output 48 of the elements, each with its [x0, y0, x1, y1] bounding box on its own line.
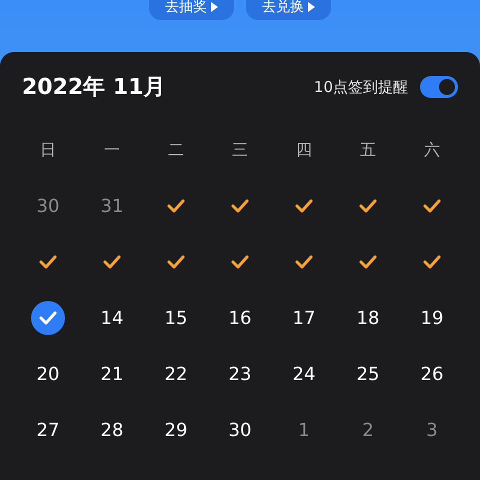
check-icon: [39, 311, 57, 325]
day-number[interactable]: 25: [356, 360, 380, 388]
check-icon: [231, 199, 249, 213]
check-icon: [295, 255, 313, 269]
check-icon: [359, 199, 377, 213]
weekday-label: 日: [40, 139, 56, 161]
play-icon: [211, 2, 218, 12]
day-number[interactable]: 14: [100, 304, 124, 332]
play-icon: [308, 2, 315, 12]
check-icon: [295, 199, 313, 213]
day-number[interactable]: 20: [36, 360, 60, 388]
weekday-label: 一: [104, 139, 120, 161]
check-icon: [103, 255, 121, 269]
day-number[interactable]: 18: [356, 304, 380, 332]
day-number[interactable]: 21: [100, 360, 124, 388]
day-number[interactable]: 19: [420, 304, 444, 332]
month-title: 2022年 11月: [22, 74, 166, 102]
check-icon: [359, 255, 377, 269]
check-icon: [167, 199, 185, 213]
check-icon: [167, 255, 185, 269]
day-number[interactable]: 15: [164, 304, 188, 332]
day-number[interactable]: 17: [292, 304, 316, 332]
weekday-label: 五: [360, 139, 376, 161]
check-icon: [39, 255, 57, 269]
check-icon: [423, 199, 441, 213]
weekday-label: 三: [232, 139, 248, 161]
day-number[interactable]: 30: [228, 416, 252, 444]
reminder-label: 10点签到提醒: [314, 76, 408, 98]
today-check-icon[interactable]: [31, 301, 65, 335]
day-number[interactable]: 31: [100, 192, 124, 220]
day-number[interactable]: 28: [100, 416, 124, 444]
reminder-switch[interactable]: [420, 76, 458, 98]
weekday-label: 二: [168, 139, 184, 161]
day-number[interactable]: 16: [228, 304, 252, 332]
check-icon: [423, 255, 441, 269]
day-number[interactable]: 3: [426, 416, 438, 444]
day-number[interactable]: 23: [228, 360, 252, 388]
weekday-label: 六: [424, 139, 440, 161]
day-number[interactable]: 1: [298, 416, 310, 444]
day-number[interactable]: 22: [164, 360, 188, 388]
day-number[interactable]: 30: [36, 192, 60, 220]
day-number[interactable]: 29: [164, 416, 188, 444]
day-number[interactable]: 26: [420, 360, 444, 388]
weekday-label: 四: [296, 139, 312, 161]
day-number[interactable]: 2: [362, 416, 374, 444]
check-icon: [231, 255, 249, 269]
day-number[interactable]: 27: [36, 416, 60, 444]
day-number[interactable]: 24: [292, 360, 316, 388]
